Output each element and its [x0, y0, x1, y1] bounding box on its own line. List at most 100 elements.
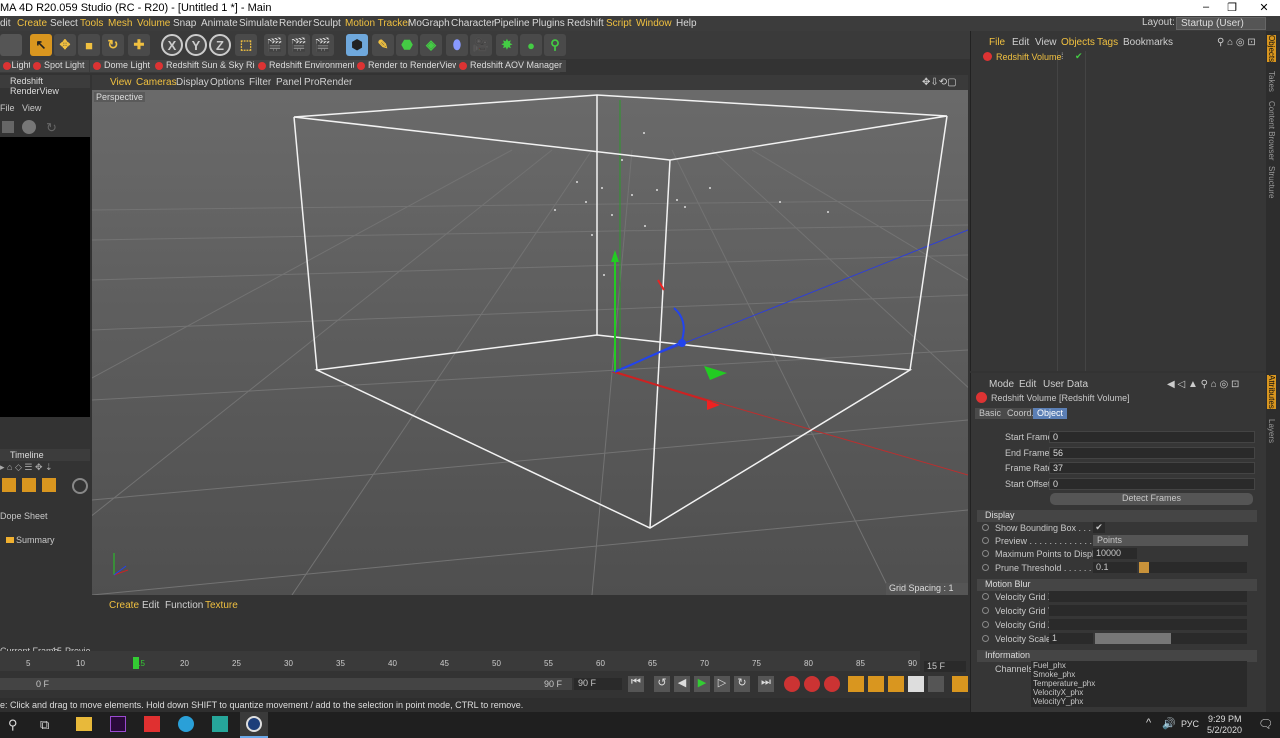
- rs-environment-button[interactable]: Redshift Environment: [255, 60, 360, 72]
- keyframe-mode-icon[interactable]: [2, 478, 16, 492]
- side-tab-layers[interactable]: Layers: [1267, 419, 1276, 443]
- velocity-grid-y-input[interactable]: [1049, 605, 1247, 616]
- start-frame-input[interactable]: 0: [1049, 431, 1255, 443]
- coordinate-system-icon[interactable]: ⬚: [235, 34, 257, 56]
- obj-edit-menu[interactable]: Edit: [1012, 37, 1029, 48]
- menu-tools[interactable]: Tools: [80, 18, 103, 29]
- timeline-options-icon[interactable]: [72, 478, 88, 494]
- obj-tags-menu[interactable]: Tags: [1097, 37, 1118, 48]
- last-tool-icon[interactable]: ✚: [128, 34, 150, 56]
- side-tab-content-browser[interactable]: Content Browser: [1267, 101, 1276, 161]
- pen-icon[interactable]: ✎: [372, 34, 394, 56]
- fcurve-mode-icon[interactable]: [22, 478, 36, 492]
- move-tool-icon[interactable]: ✥: [54, 34, 76, 56]
- menu-snap[interactable]: Snap: [173, 18, 196, 29]
- z-axis-handle[interactable]: [678, 339, 686, 347]
- velocity-grid-z-input[interactable]: [1049, 619, 1247, 630]
- next-frame-icon[interactable]: ▷: [714, 676, 730, 692]
- light-icon[interactable]: ✸: [496, 34, 518, 56]
- motion-blur-section-header[interactable]: Motion Blur: [977, 579, 1257, 591]
- animate-dot-icon[interactable]: [982, 593, 989, 600]
- z-axis-lock-icon[interactable]: Z: [209, 34, 231, 56]
- rotate-tool-icon[interactable]: ↻: [102, 34, 124, 56]
- animate-dot-icon[interactable]: [982, 607, 989, 614]
- record-icon[interactable]: [784, 676, 800, 692]
- undo-icon[interactable]: [0, 34, 22, 56]
- key-scale-icon[interactable]: [868, 676, 884, 692]
- select-tool-icon[interactable]: ↖: [30, 34, 52, 56]
- menu-create[interactable]: Create: [17, 18, 47, 29]
- key-pla-icon[interactable]: [928, 676, 944, 692]
- attr-userdata-menu[interactable]: User Data: [1043, 379, 1088, 390]
- obj-objects-menu[interactable]: Objects: [1061, 37, 1095, 48]
- show-bbox-checkbox[interactable]: ✔: [1093, 522, 1105, 533]
- menu-sculpt[interactable]: Sculpt: [313, 18, 341, 29]
- language-indicator[interactable]: РУС: [1181, 719, 1199, 729]
- obj-bookmarks-menu[interactable]: Bookmarks: [1123, 37, 1173, 48]
- side-tab-objects[interactable]: Objects: [1267, 35, 1276, 63]
- prev-key-icon[interactable]: ↺: [654, 676, 670, 692]
- menu-character[interactable]: Character: [451, 18, 495, 29]
- key-position-icon[interactable]: [848, 676, 864, 692]
- menu-mesh[interactable]: Mesh: [108, 18, 132, 29]
- animate-dot-icon[interactable]: [982, 537, 989, 544]
- render-settings-icon[interactable]: 🎬: [312, 34, 334, 56]
- y-axis-lock-icon[interactable]: Y: [185, 34, 207, 56]
- material-texture-menu[interactable]: Texture: [205, 600, 238, 611]
- prune-threshold-input[interactable]: 0.1: [1093, 562, 1137, 573]
- obj-search-icon[interactable]: ⚲ ⌂ ◎ ⊡: [1217, 37, 1256, 48]
- material-function-menu[interactable]: Function: [165, 600, 203, 611]
- menu-motion-tracker[interactable]: Motion Tracker: [345, 18, 411, 29]
- menu-volume[interactable]: Volume: [137, 18, 170, 29]
- refresh-icon[interactable]: ↻: [46, 120, 57, 136]
- timeline-ruler[interactable]: 5 10 15 20 25 30 35 40 45 50 55 60 65 70…: [0, 651, 920, 671]
- material-edit-menu[interactable]: Edit: [142, 600, 159, 611]
- attr-nav-icons[interactable]: ◀ ◁ ▲ ⚲ ⌂ ◎ ⊡: [1167, 379, 1239, 390]
- viewport-perspective[interactable]: Perspective Grid Spacing : 1 cm: [92, 90, 968, 595]
- end-frame-input[interactable]: 56: [1049, 447, 1255, 459]
- display-section-header[interactable]: Display: [977, 510, 1257, 522]
- scale-tool-icon[interactable]: ■: [78, 34, 100, 56]
- task-view-icon[interactable]: ⧉: [40, 717, 49, 733]
- notifications-icon[interactable]: 🗨: [1258, 717, 1273, 731]
- play-icon[interactable]: ▶: [694, 676, 710, 692]
- render-view-icon[interactable]: 🎬: [264, 34, 286, 56]
- range-end-field[interactable]: 90 F: [574, 678, 622, 690]
- restore-button[interactable]: ❐: [1222, 1, 1242, 15]
- rs-render-to-renderview-button[interactable]: Render to RenderView: [354, 60, 463, 72]
- cinema4d-taskbar-button[interactable]: [240, 712, 268, 738]
- menu-animate[interactable]: Animate: [201, 18, 238, 29]
- end-frame-field[interactable]: 15 F: [924, 661, 966, 672]
- maya-icon[interactable]: [212, 716, 228, 732]
- velocity-scale-slider[interactable]: [1095, 633, 1247, 644]
- animate-dot-icon[interactable]: [982, 621, 989, 628]
- key-param-icon[interactable]: [908, 676, 924, 692]
- side-tab-structure[interactable]: Structure: [1267, 166, 1276, 198]
- go-to-end-icon[interactable]: ⏭: [758, 676, 774, 692]
- camera-icon[interactable]: 🎥: [470, 34, 492, 56]
- animate-dot-icon[interactable]: [982, 550, 989, 557]
- menu-edit[interactable]: dit: [0, 18, 11, 29]
- preview-select[interactable]: Points: [1093, 535, 1248, 546]
- prune-threshold-slider[interactable]: [1139, 562, 1247, 573]
- obj-file-menu[interactable]: File: [989, 37, 1005, 48]
- prev-frame-icon[interactable]: ◀: [674, 676, 690, 692]
- viewport-display-menu[interactable]: Display: [176, 77, 209, 88]
- menu-pipeline[interactable]: Pipeline: [494, 18, 530, 29]
- animate-dot-icon[interactable]: [982, 635, 989, 642]
- frame-rate-input[interactable]: 37: [1049, 462, 1255, 474]
- menu-redshift[interactable]: Redshift: [567, 18, 604, 29]
- menu-render[interactable]: Render: [279, 18, 312, 29]
- rs-sun-sky-button[interactable]: Redshift Sun & Sky Rig: [152, 60, 264, 72]
- volume-icon[interactable]: 🔊: [1162, 717, 1176, 730]
- environment-icon[interactable]: ●: [520, 34, 542, 56]
- animate-dot-icon[interactable]: [982, 564, 989, 571]
- film-strip-icon[interactable]: [952, 676, 968, 692]
- object-visibility-icon[interactable]: ⁞: [1061, 51, 1064, 61]
- velocity-scale-input[interactable]: 1: [1049, 633, 1093, 644]
- menu-plugins[interactable]: Plugins: [532, 18, 565, 29]
- menu-window[interactable]: Window: [636, 18, 672, 29]
- tab-object[interactable]: Object: [1033, 408, 1068, 419]
- playhead[interactable]: [133, 657, 139, 669]
- layout-select[interactable]: Startup (User): [1176, 17, 1266, 30]
